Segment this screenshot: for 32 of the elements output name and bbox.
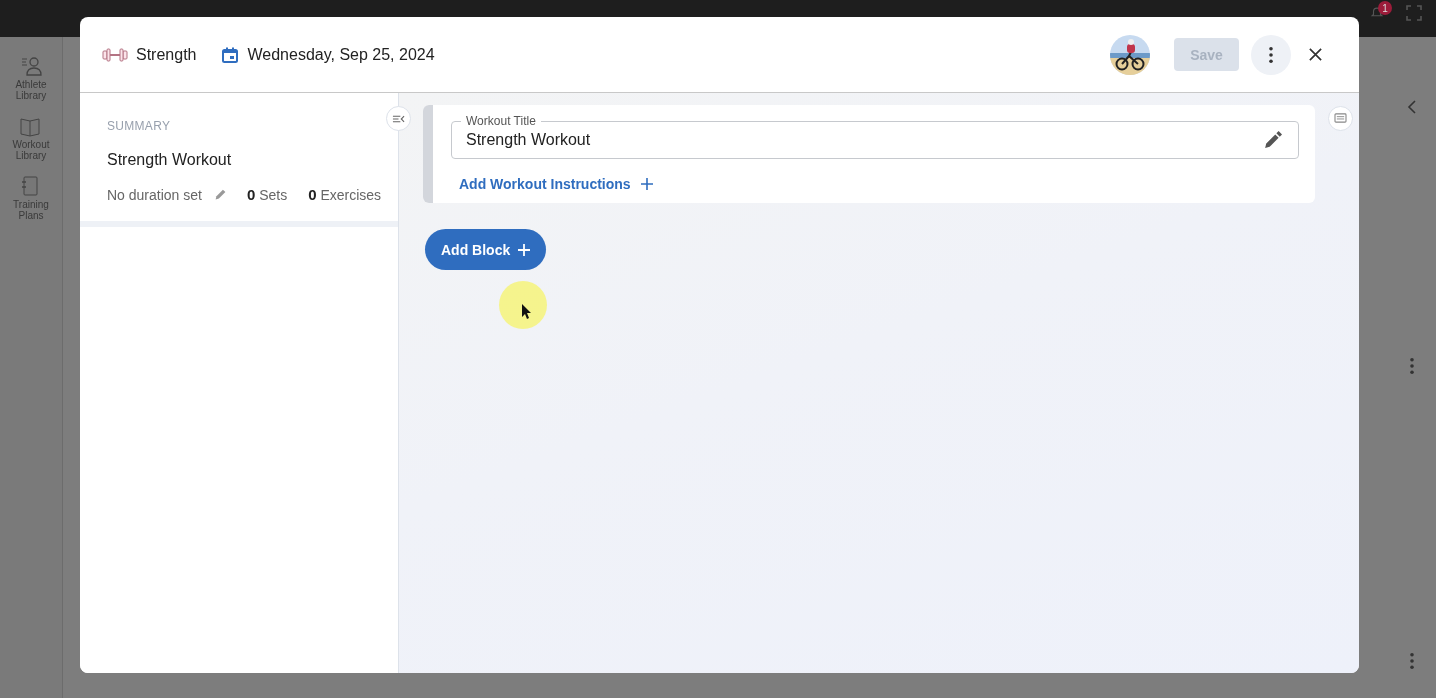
fullscreen-icon[interactable] xyxy=(1404,3,1424,23)
close-icon[interactable] xyxy=(1308,47,1323,62)
comment-icon xyxy=(1334,113,1347,124)
calendar-icon[interactable] xyxy=(222,46,239,63)
more-icon[interactable] xyxy=(1409,357,1415,375)
notification-badge: 1 xyxy=(1378,1,1392,15)
plus-icon xyxy=(640,178,653,190)
add-block-button[interactable]: Add Block xyxy=(425,229,547,270)
duration-text: No duration set xyxy=(107,186,202,203)
summary-title: Strength Workout xyxy=(107,151,233,169)
workout-date[interactable]: Wednesday, Sep 25, 2024 xyxy=(247,45,435,64)
plus-icon xyxy=(518,243,531,256)
add-instructions-link[interactable]: Add Workout Instructions xyxy=(459,176,653,192)
person-icon[interactable] xyxy=(19,55,43,77)
count-text: 0 Exercises xyxy=(308,186,382,203)
sidebar-item[interactable]: Athlete Library xyxy=(9,79,53,101)
more-options-button[interactable] xyxy=(1251,34,1291,75)
cursor-icon xyxy=(498,280,548,330)
book-icon[interactable] xyxy=(19,115,43,137)
comments-button[interactable] xyxy=(1328,106,1353,131)
dumbbell-icon xyxy=(102,47,128,62)
section-heading: SUMMARY xyxy=(107,119,172,133)
collapse-icon xyxy=(392,113,405,124)
pencil-icon[interactable] xyxy=(1264,131,1282,149)
count-text: 0 Sets xyxy=(246,186,288,203)
more-icon[interactable] xyxy=(1409,652,1415,670)
sidebar-item[interactable]: Workout Library xyxy=(9,139,53,161)
sidebar-item[interactable]: Training Plans xyxy=(9,199,53,221)
workout-type: Strength xyxy=(136,45,197,64)
chevron-left-icon[interactable] xyxy=(1407,99,1417,115)
avatar-icon[interactable] xyxy=(1110,34,1150,75)
more-icon xyxy=(1268,45,1274,64)
